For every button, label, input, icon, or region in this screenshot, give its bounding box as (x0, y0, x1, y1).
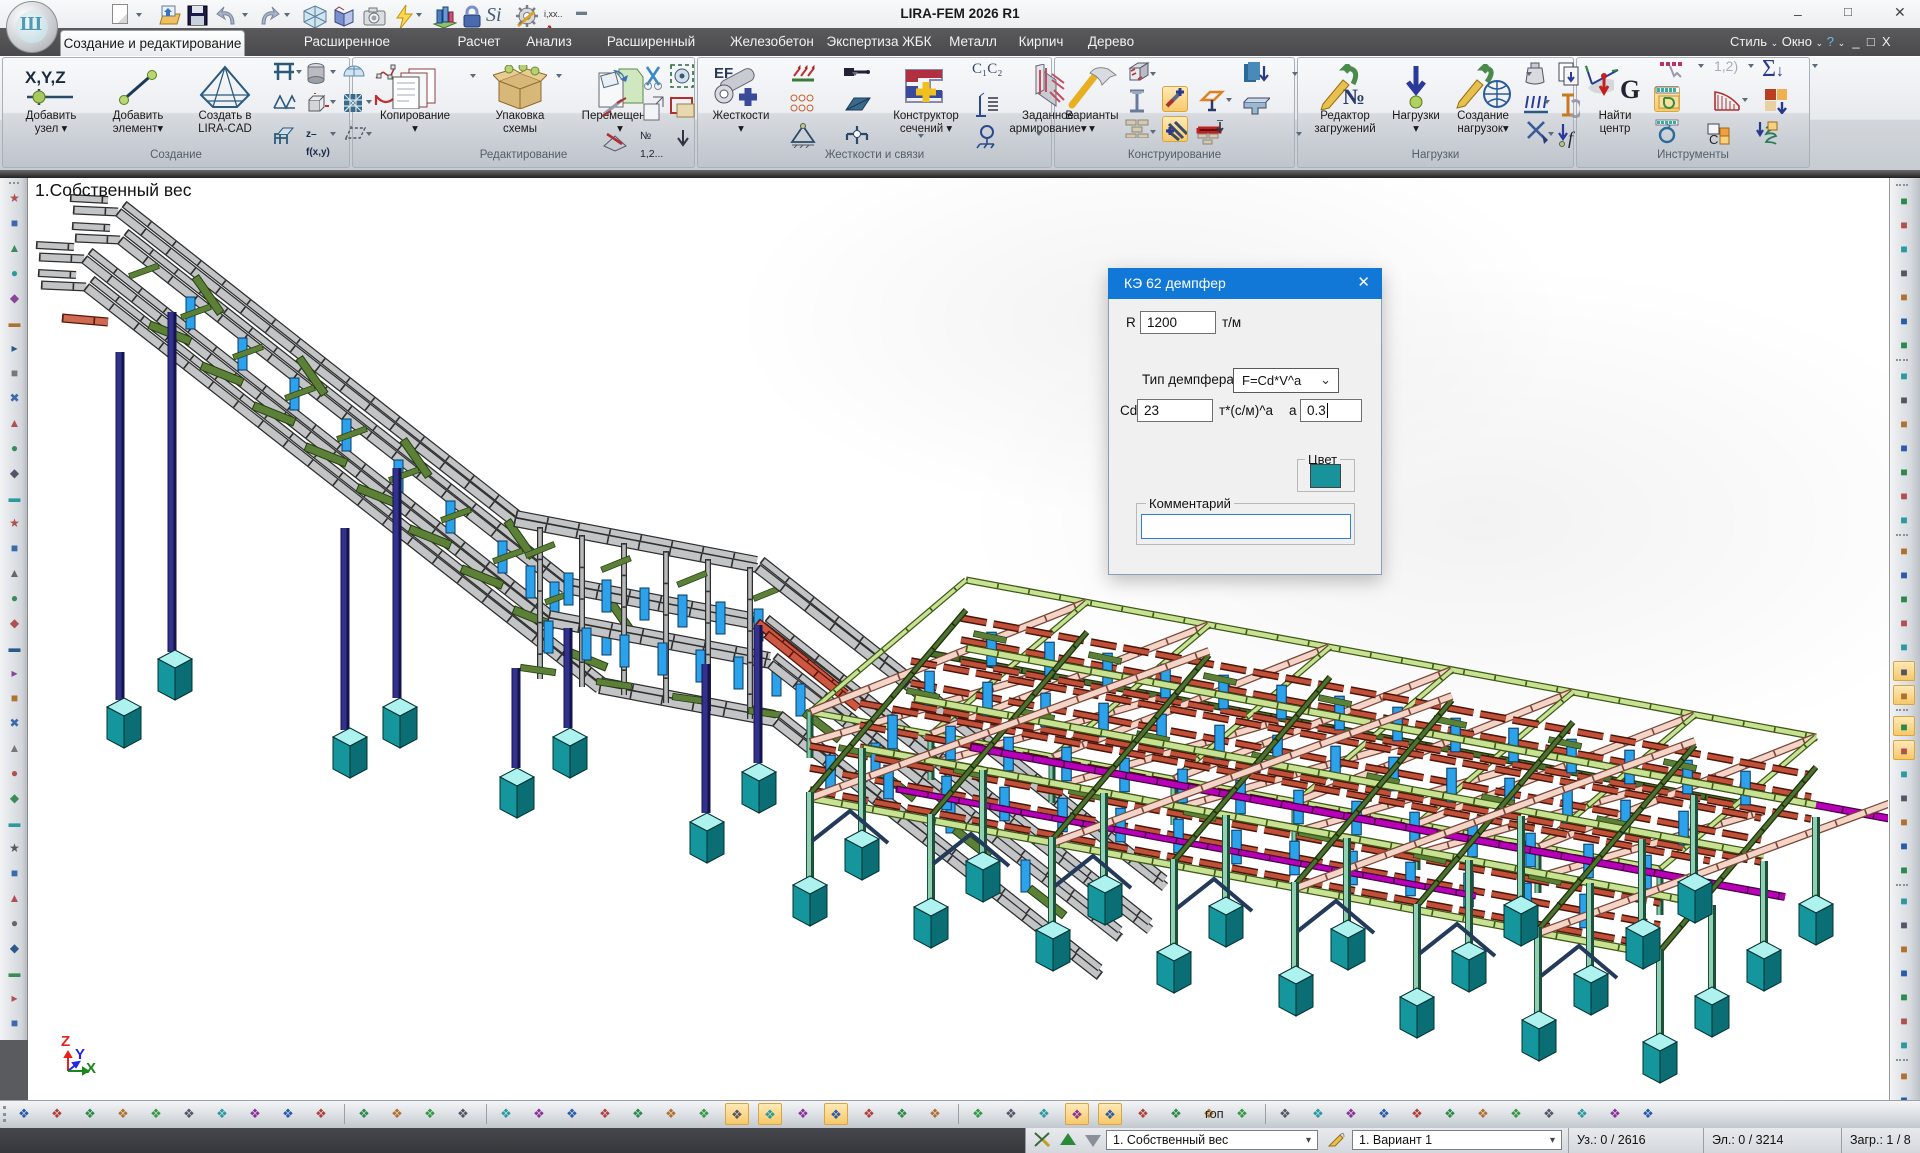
svg-text:Z: Z (61, 1033, 70, 1050)
svg-text:1.Собственный вес: 1.Собственный вес (35, 180, 192, 200)
svg-text:Y: Y (75, 1046, 85, 1063)
svg-text:X: X (86, 1060, 96, 1077)
